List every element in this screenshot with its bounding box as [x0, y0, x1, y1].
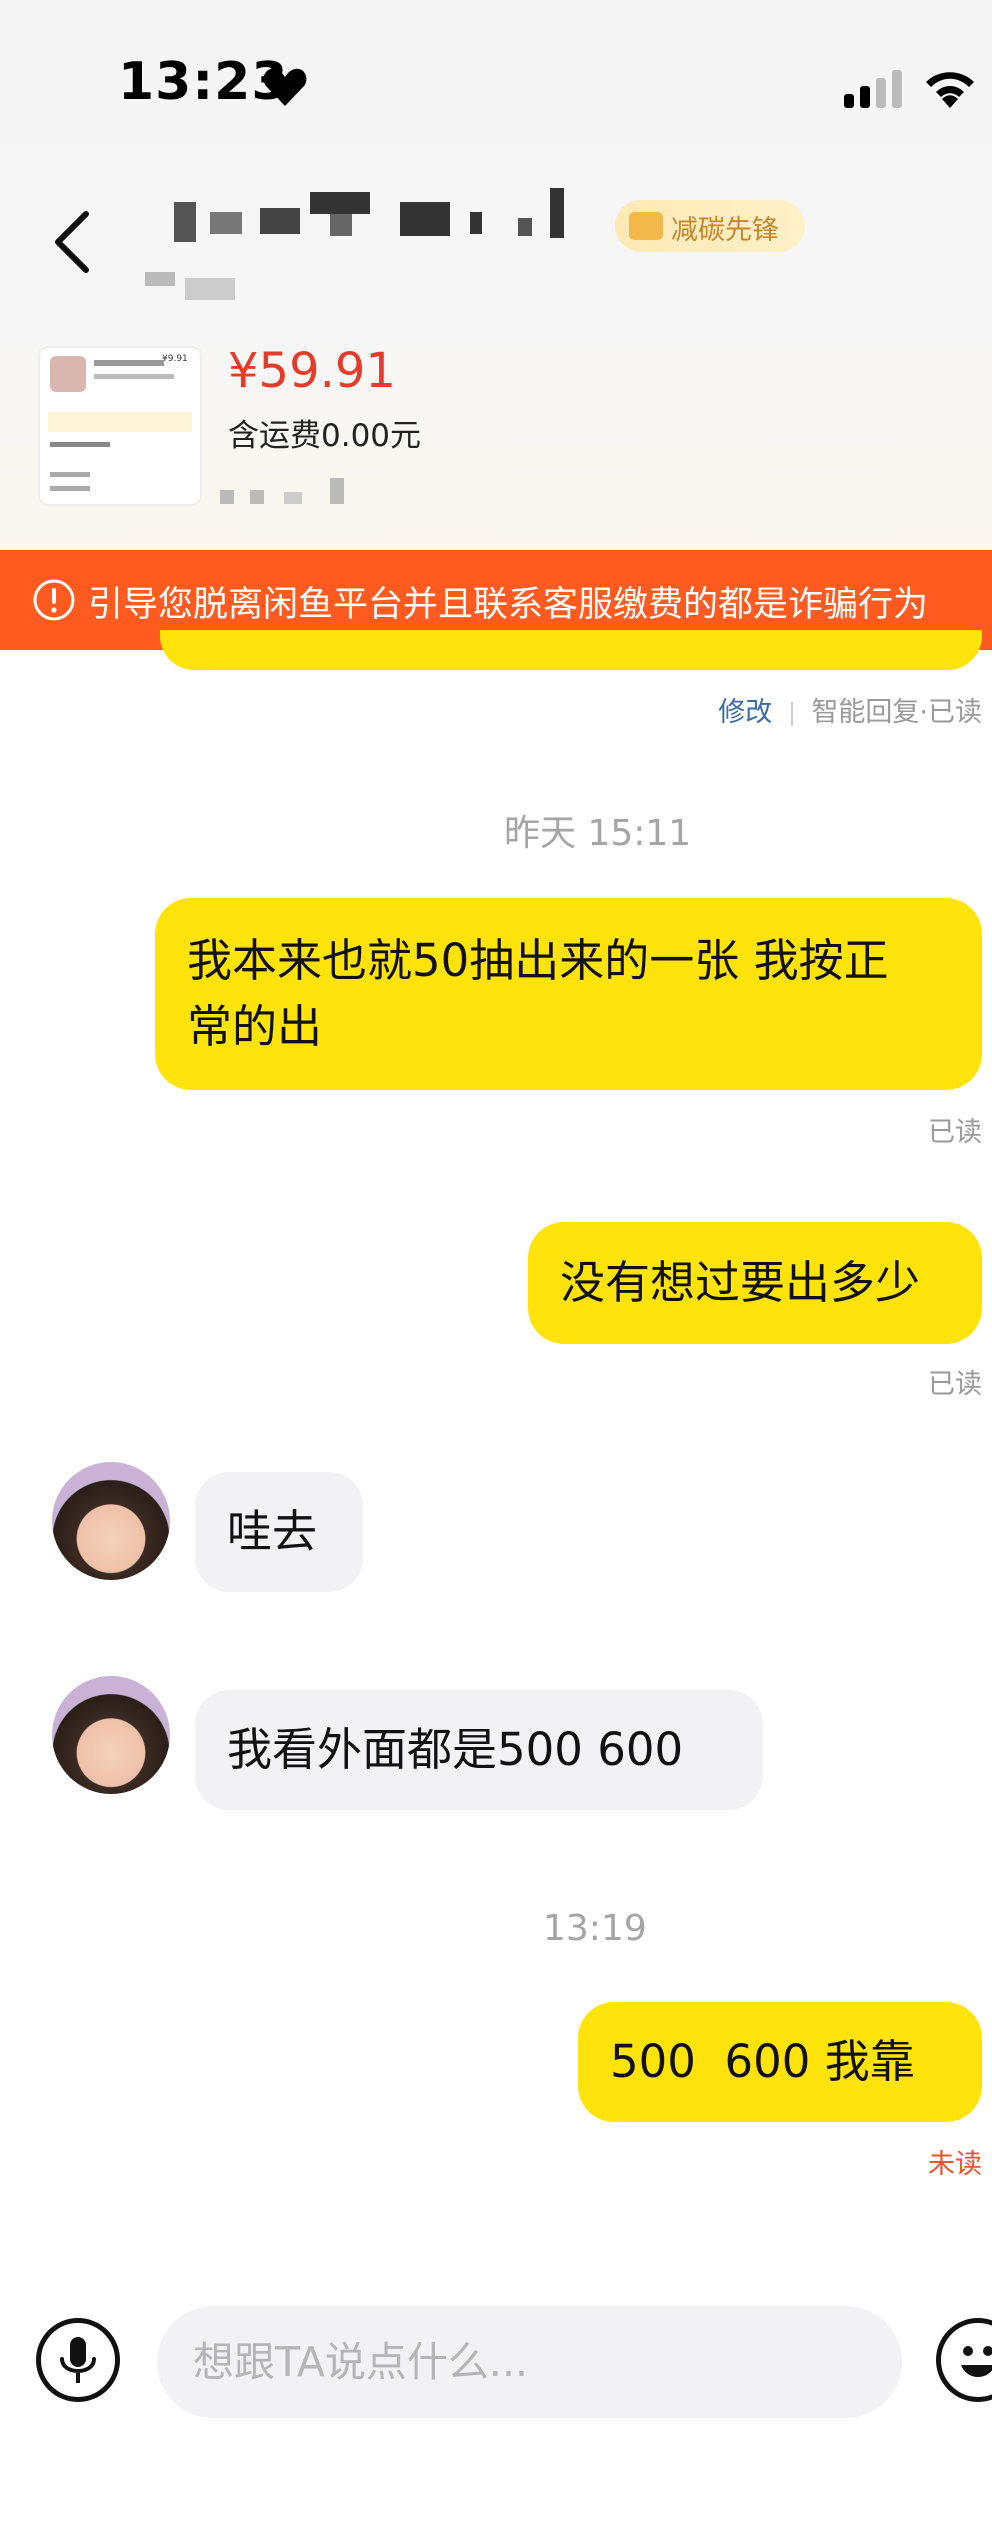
thumb-avatar — [50, 356, 86, 392]
signal-icon — [844, 70, 902, 108]
voice-button[interactable] — [36, 2318, 120, 2402]
emoji-icon — [961, 2346, 992, 2377]
thumb-line — [94, 360, 164, 366]
pixelated-subtitle — [145, 262, 245, 302]
message-text: 没有想过要出多少 — [560, 1256, 921, 1309]
thumb-line — [50, 472, 90, 477]
pixelated-nickname — [170, 188, 590, 248]
leaf-icon — [629, 212, 663, 240]
emoji-button[interactable] — [936, 2318, 992, 2402]
previous-message-bubble[interactable] — [160, 630, 982, 670]
badge-text: 减碳先锋 — [671, 215, 779, 246]
product-shipping: 含运费0.00元 — [228, 418, 422, 454]
timestamp: 13:19 — [543, 1908, 647, 1949]
incoming-message[interactable]: 哇去 — [195, 1472, 363, 1592]
pixelated-product-text — [220, 478, 370, 508]
incoming-message[interactable]: 我看外面都是500 600 — [195, 1690, 763, 1810]
thumb-line — [50, 442, 110, 447]
timestamp: 昨天 15:11 — [504, 813, 692, 854]
thumb-line — [94, 374, 174, 379]
outgoing-message[interactable]: 500 600 我靠 — [578, 2002, 982, 2122]
eco-badge: 减碳先锋 — [615, 200, 805, 252]
wifi-icon — [926, 72, 974, 108]
back-icon[interactable] — [50, 210, 94, 274]
thumb-price: ¥9.91 — [162, 354, 188, 364]
message-text: 常的出 — [187, 1000, 323, 1053]
reply-meta-text: 智能回复·已读 — [811, 697, 982, 728]
product-price: ¥59.91 — [228, 343, 396, 399]
heart-icon — [263, 68, 307, 106]
outgoing-message[interactable]: 我本来也就50抽出来的一张 我按正 常的出 — [155, 898, 982, 1090]
reply-meta: 修改 智能回复·已读 — [718, 690, 982, 729]
contact-avatar[interactable] — [52, 1462, 170, 1580]
message-text: 我看外面都是500 600 — [227, 1723, 684, 1776]
read-status: 已读 — [928, 1369, 982, 1400]
message-text: 我本来也就50抽出来的一张 我按正 — [187, 934, 889, 987]
warning-text: 引导您脱离闲鱼平台并且联系客服缴费的都是诈骗行为 — [88, 585, 929, 625]
message-text: 哇去 — [227, 1505, 318, 1558]
mic-icon — [60, 2337, 96, 2383]
message-input[interactable] — [157, 2306, 902, 2418]
read-status: 已读 — [928, 1117, 982, 1148]
message-text: 500 600 我靠 — [610, 2035, 915, 2088]
unread-status: 未读 — [928, 2149, 982, 2180]
thumb-line — [50, 486, 90, 491]
contact-avatar[interactable] — [52, 1676, 170, 1794]
warning-icon — [33, 579, 75, 621]
edit-link[interactable]: 修改 — [718, 697, 772, 728]
outgoing-message[interactable]: 没有想过要出多少 — [528, 1222, 982, 1344]
product-thumbnail[interactable]: ¥9.91 — [38, 346, 202, 506]
meta-divider — [790, 701, 793, 726]
thumb-coupon — [48, 412, 192, 432]
